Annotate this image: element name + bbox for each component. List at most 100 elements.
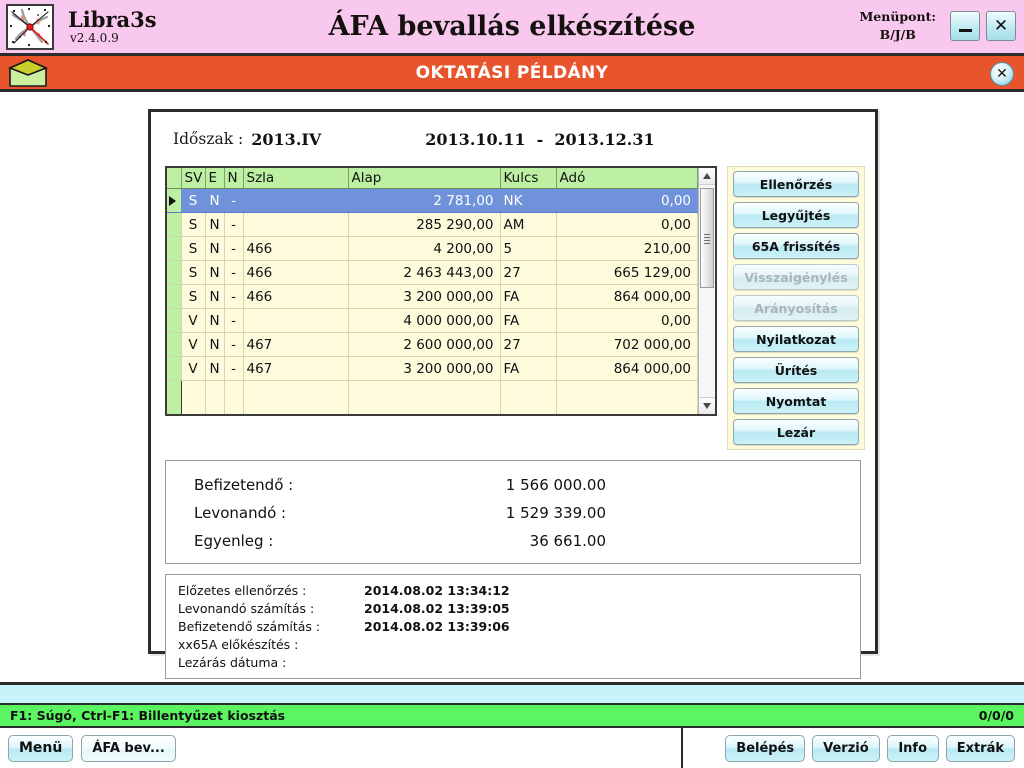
column-header-n[interactable]: N xyxy=(224,168,244,189)
cell-sv[interactable]: S xyxy=(181,260,206,285)
cell-sv[interactable]: V xyxy=(181,308,206,333)
cell-n[interactable]: - xyxy=(224,284,244,309)
action-button-nyilatkozat[interactable]: Nyilatkozat xyxy=(733,326,859,352)
cell-alap[interactable]: 4 200,00 xyxy=(348,236,501,261)
minimize-button[interactable] xyxy=(950,11,980,41)
cell-szla[interactable] xyxy=(243,308,349,333)
cell-kulcs[interactable]: FA xyxy=(500,308,557,333)
column-header-e[interactable]: E xyxy=(205,168,225,189)
row-marker-cell[interactable] xyxy=(167,212,182,237)
column-header-szla[interactable]: Szla xyxy=(243,168,349,189)
action-button-ellen-rz-s[interactable]: Ellenőrzés xyxy=(733,171,859,197)
cell-ado[interactable]: 702 000,00 xyxy=(556,332,698,357)
table-row[interactable]: S N - 285 290,00 AM 0,00 xyxy=(167,212,698,237)
banner-close-button[interactable]: ✕ xyxy=(990,62,1014,86)
table-row[interactable]: V N -467 2 600 000,00 27 702 000,00 xyxy=(167,332,698,357)
scroll-thumb[interactable] xyxy=(700,188,714,288)
cell-alap[interactable]: 285 290,00 xyxy=(348,212,501,237)
cell-alap[interactable]: 2 463 443,00 xyxy=(348,260,501,285)
scroll-track[interactable] xyxy=(699,185,715,397)
action-button-nyomtat[interactable]: Nyomtat xyxy=(733,388,859,414)
cell-ado[interactable]: 665 129,00 xyxy=(556,260,698,285)
open-task-tab-afa-bev[interactable]: ÁFA bev... xyxy=(81,734,176,762)
row-marker-cell[interactable] xyxy=(167,260,182,285)
cell-alap[interactable]: 2 600 000,00 xyxy=(348,332,501,357)
action-button-r-t-s[interactable]: Ürítés xyxy=(733,357,859,383)
cell-e[interactable]: N xyxy=(205,308,225,333)
cell-e[interactable]: N xyxy=(205,356,225,381)
cell-szla[interactable] xyxy=(243,212,349,237)
cell-sv[interactable]: S xyxy=(181,236,206,261)
cell-alap[interactable]: 3 200 000,00 xyxy=(348,284,501,309)
column-header-alap[interactable]: Alap xyxy=(348,168,501,189)
action-button-lez-r[interactable]: Lezár xyxy=(733,419,859,445)
row-marker-cell[interactable] xyxy=(167,188,182,213)
cell-alap[interactable]: 2 781,00 xyxy=(348,188,501,213)
toolbar-button-info[interactable]: Info xyxy=(886,734,939,762)
cell-szla[interactable] xyxy=(243,188,349,213)
cell-kulcs[interactable]: 27 xyxy=(500,260,557,285)
cell-ado[interactable]: 210,00 xyxy=(556,236,698,261)
cell-sv[interactable]: S xyxy=(181,284,206,309)
cell-ado[interactable]: 864 000,00 xyxy=(556,284,698,309)
cell-sv[interactable]: V xyxy=(181,356,206,381)
column-header-sv[interactable]: SV xyxy=(181,168,206,189)
cell-ado[interactable]: 0,00 xyxy=(556,308,698,333)
cell-e[interactable]: N xyxy=(205,332,225,357)
scroll-up-button[interactable] xyxy=(699,168,715,185)
row-marker-cell[interactable] xyxy=(167,308,182,333)
cell-n[interactable]: - xyxy=(224,356,244,381)
cell-kulcs[interactable]: NK xyxy=(500,188,557,213)
menu-button[interactable]: Menü xyxy=(8,734,74,762)
cell-ado[interactable]: 0,00 xyxy=(556,212,698,237)
cell-ado[interactable]: 864 000,00 xyxy=(556,356,698,381)
row-marker-cell[interactable] xyxy=(167,356,182,381)
row-marker-cell[interactable] xyxy=(167,236,182,261)
cell-kulcs[interactable]: FA xyxy=(500,284,557,309)
cell-sv[interactable]: V xyxy=(181,332,206,357)
cell-n[interactable]: - xyxy=(224,332,244,357)
table-row[interactable]: VN- 4 000 000,00 FA 0,00 xyxy=(167,308,698,333)
cell-e[interactable]: N xyxy=(205,188,225,213)
cell-n[interactable]: - xyxy=(224,236,244,261)
row-marker-cell[interactable] xyxy=(167,332,182,357)
action-button-65a-friss-t-s[interactable]: 65A frissítés xyxy=(733,233,859,259)
action-button-legy-jt-s[interactable]: Legyűjtés xyxy=(733,202,859,228)
cell-szla[interactable]: 466 xyxy=(243,284,349,309)
toolbar-button-verzi[interactable]: Verzió xyxy=(812,734,880,762)
column-header-ado[interactable]: Adó xyxy=(556,168,698,189)
table-row[interactable]: S N -466 2 463 443,00 27 665 129,00 xyxy=(167,260,698,285)
cell-szla[interactable]: 466 xyxy=(243,260,349,285)
cell-kulcs[interactable]: AM xyxy=(500,212,557,237)
cell-szla[interactable]: 467 xyxy=(243,356,349,381)
table-row[interactable]: SN- 2 781,00 NK 0,00 xyxy=(167,188,698,213)
cell-kulcs[interactable]: FA xyxy=(500,356,557,381)
cell-alap[interactable]: 3 200 000,00 xyxy=(348,356,501,381)
cell-e[interactable]: N xyxy=(205,236,225,261)
cell-alap[interactable]: 4 000 000,00 xyxy=(348,308,501,333)
scroll-down-button[interactable] xyxy=(699,397,715,414)
grid-vertical-scrollbar[interactable] xyxy=(698,168,715,414)
cell-szla[interactable]: 467 xyxy=(243,332,349,357)
cell-szla[interactable]: 466 xyxy=(243,236,349,261)
cell-e[interactable]: N xyxy=(205,284,225,309)
column-header-kulcs[interactable]: Kulcs xyxy=(500,168,557,189)
cell-n[interactable]: - xyxy=(224,260,244,285)
cell-kulcs[interactable]: 27 xyxy=(500,332,557,357)
cell-e[interactable]: N xyxy=(205,260,225,285)
toolbar-button-extr-k[interactable]: Extrák xyxy=(945,734,1015,762)
cell-n[interactable]: - xyxy=(224,188,244,213)
table-row[interactable]: S N -466 3 200 000,00 FA 864 000,00 xyxy=(167,284,698,309)
close-button[interactable]: ✕ xyxy=(986,11,1016,41)
cell-sv[interactable]: S xyxy=(181,188,206,213)
vat-lines-grid[interactable]: SV E N Szla Alap Kulcs Adó SN-2 781,00 NK… xyxy=(165,166,717,416)
table-row[interactable]: S N -466 4 200,00 5 210,00 xyxy=(167,236,698,261)
row-marker-cell[interactable] xyxy=(167,284,182,309)
table-row[interactable]: V N -467 3 200 000,00 FA 864 000,00 xyxy=(167,356,698,381)
cell-n[interactable]: - xyxy=(224,308,244,333)
cell-n[interactable]: - xyxy=(224,212,244,237)
toolbar-button-bel-p-s[interactable]: Belépés xyxy=(725,734,806,762)
cell-ado[interactable]: 0,00 xyxy=(556,188,698,213)
cell-sv[interactable]: S xyxy=(181,212,206,237)
cell-e[interactable]: N xyxy=(205,212,225,237)
